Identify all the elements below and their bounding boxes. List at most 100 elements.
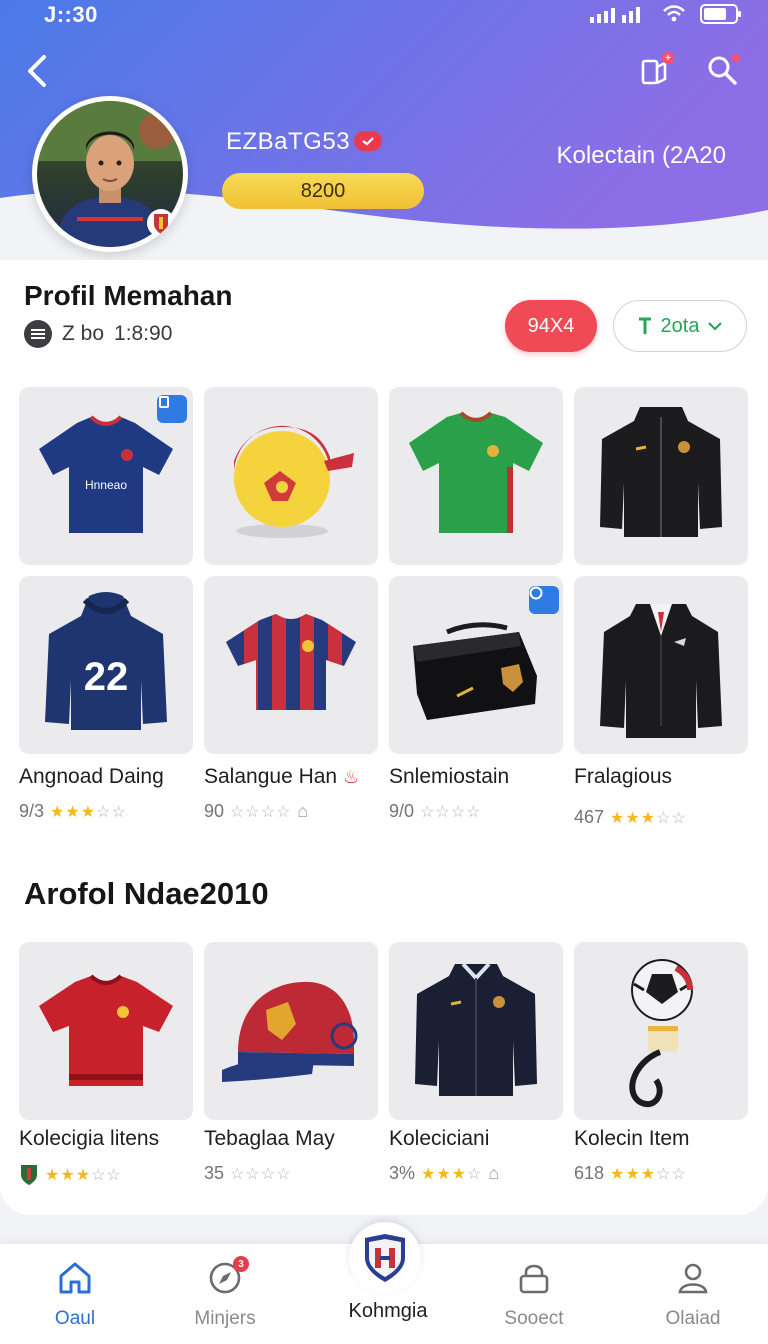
item-info: Kolecigia litens ★★★☆☆ bbox=[19, 1127, 193, 1187]
red-jersey-icon bbox=[39, 974, 173, 1086]
fire-icon: ♨ bbox=[342, 767, 360, 787]
item-count: 90 bbox=[204, 801, 225, 821]
item-info: Snlemiostain 9/0 ☆☆☆☆ bbox=[389, 765, 563, 828]
item-name[interactable]: Snlemiostain bbox=[389, 765, 563, 789]
stat-icon bbox=[24, 320, 52, 348]
status-bar: J::30 bbox=[0, 0, 768, 28]
share-button[interactable]: + bbox=[632, 48, 676, 92]
nav-profile[interactable]: Olaiad bbox=[618, 1244, 768, 1344]
item-name[interactable]: Kolecin Item bbox=[574, 1127, 748, 1151]
nav-home-label: Oaul bbox=[54, 1308, 96, 1329]
rating-stars: ★★★☆☆ bbox=[610, 1165, 687, 1183]
center-collection-button[interactable] bbox=[349, 1222, 421, 1294]
user-icon bbox=[673, 1258, 713, 1298]
signal-icon bbox=[590, 7, 640, 23]
tag-icon bbox=[638, 317, 651, 334]
top-bar: + bbox=[0, 40, 768, 100]
striped-jersey-icon bbox=[226, 614, 356, 710]
item-count: 35 bbox=[204, 1163, 225, 1183]
item-name[interactable]: Salangue Han ♨ bbox=[204, 765, 378, 789]
item-tile-green-jersey[interactable] bbox=[389, 387, 563, 565]
item-tile-navy-jacket[interactable] bbox=[389, 942, 563, 1120]
item-tile-navy-hoodie[interactable]: 22 bbox=[19, 576, 193, 754]
black-jacket-icon bbox=[600, 407, 722, 537]
missions-badge: 3 bbox=[233, 1256, 249, 1272]
item-tile-black-suit[interactable] bbox=[574, 576, 748, 754]
black-suit-icon bbox=[600, 604, 722, 738]
rating-stars: ★★★☆☆ bbox=[610, 809, 687, 827]
nav-score-label: Sooect bbox=[504, 1308, 564, 1329]
item-meta: 618 ★★★☆☆ bbox=[574, 1163, 748, 1184]
item-count: 618 bbox=[574, 1163, 605, 1183]
collection-grid: Hnneao 22 bbox=[19, 387, 749, 754]
item-tile-navy-jersey[interactable]: Hnneao bbox=[19, 387, 193, 565]
item-tile-red-jersey[interactable] bbox=[19, 942, 193, 1120]
search-button[interactable] bbox=[700, 48, 744, 92]
rating-stars: ☆☆☆☆ bbox=[230, 803, 292, 821]
item-name[interactable]: Tebaglaa May bbox=[204, 1127, 378, 1151]
nav-home[interactable]: Oaul bbox=[0, 1244, 150, 1344]
points-pill[interactable]: 8200 bbox=[222, 173, 424, 209]
home-icon: ⌂ bbox=[488, 1163, 500, 1183]
avatar[interactable] bbox=[32, 96, 188, 252]
filter-select[interactable]: 2ota bbox=[613, 300, 747, 352]
section-title-archive: Arofol Ndae2010 bbox=[24, 876, 269, 911]
item-tile-ball-keychain[interactable] bbox=[574, 942, 748, 1120]
item-tile-black-jacket[interactable] bbox=[574, 387, 748, 565]
collection-year: Kolectain (2A20 bbox=[556, 142, 726, 169]
back-button[interactable] bbox=[14, 48, 60, 94]
share-icon bbox=[159, 396, 169, 408]
green-jersey-icon bbox=[409, 411, 543, 533]
count-pill[interactable]: 94X4 bbox=[505, 300, 597, 352]
stat-row: Z bo 1:8:90 bbox=[24, 320, 172, 348]
hoodie-number: 22 bbox=[84, 655, 129, 699]
filter-select-value: 2ota bbox=[660, 314, 700, 337]
nav-score[interactable]: Sooect bbox=[459, 1244, 609, 1344]
item-meta: 35 ☆☆☆☆ bbox=[204, 1163, 378, 1184]
home-icon bbox=[55, 1258, 95, 1298]
item-tile-ball-cap[interactable] bbox=[204, 387, 378, 565]
item-tile-striped-jersey[interactable] bbox=[204, 576, 378, 754]
archive-labels: Kolecigia litens ★★★☆☆ Tebaglaa May 35 ☆… bbox=[19, 1127, 749, 1187]
navy-jacket-icon bbox=[415, 962, 537, 1096]
rating-stars: ★★★☆ bbox=[421, 1165, 483, 1183]
item-info: Salangue Han ♨ 90 ☆☆☆☆ ⌂ bbox=[204, 765, 378, 828]
item-count: 9/0 bbox=[389, 801, 415, 821]
chevron-left-icon bbox=[28, 55, 46, 87]
nav-center-label[interactable]: Kohmgia bbox=[318, 1300, 458, 1323]
item-tile-black-pouch[interactable] bbox=[389, 576, 563, 754]
compass-icon: 3 bbox=[205, 1256, 249, 1298]
search-dot bbox=[732, 54, 740, 62]
profile-username: EZBaTG53 bbox=[226, 128, 351, 155]
rating-stars: ★★★☆☆ bbox=[50, 803, 127, 821]
shield-icon bbox=[365, 1234, 405, 1282]
rating-stars: ☆☆☆☆ bbox=[230, 1165, 292, 1183]
info-badge[interactable] bbox=[529, 586, 559, 614]
red-cap-icon bbox=[222, 981, 358, 1082]
item-info: Koleciciani 3% ★★★☆ ⌂ bbox=[389, 1127, 563, 1187]
ball-cap-icon bbox=[233, 425, 354, 538]
item-meta: 467 ★★★☆☆ bbox=[574, 807, 748, 828]
item-meta: 3% ★★★☆ ⌂ bbox=[389, 1163, 563, 1184]
stat-value: 1:8:90 bbox=[114, 322, 173, 345]
lock-icon bbox=[514, 1258, 554, 1298]
collection-labels: Angnoad Daing 9/3 ★★★☆☆ Salangue Han ♨ 9… bbox=[19, 765, 749, 828]
item-meta: 90 ☆☆☆☆ ⌂ bbox=[204, 801, 378, 822]
item-name[interactable]: Fralagious bbox=[574, 765, 748, 789]
stat-label: Z bo bbox=[62, 322, 105, 345]
item-meta: 9/3 ★★★☆☆ bbox=[19, 801, 193, 822]
navy-hoodie-icon: 22 bbox=[45, 592, 167, 730]
item-meta: 9/0 ☆☆☆☆ bbox=[389, 801, 563, 822]
info-icon bbox=[529, 586, 543, 600]
nav-missions[interactable]: 3 Minjers bbox=[150, 1244, 300, 1344]
home-icon: ⌂ bbox=[297, 801, 309, 821]
check-icon bbox=[362, 137, 374, 146]
club-badge-icon bbox=[147, 209, 175, 237]
share-badge[interactable] bbox=[157, 395, 187, 423]
item-count: 9/3 bbox=[19, 801, 45, 821]
item-name[interactable]: Koleciciani bbox=[389, 1127, 563, 1151]
item-name[interactable]: Kolecigia litens bbox=[19, 1127, 193, 1151]
item-name[interactable]: Angnoad Daing bbox=[19, 765, 193, 789]
item-tile-red-cap[interactable] bbox=[204, 942, 378, 1120]
status-time: J::30 bbox=[44, 2, 98, 27]
